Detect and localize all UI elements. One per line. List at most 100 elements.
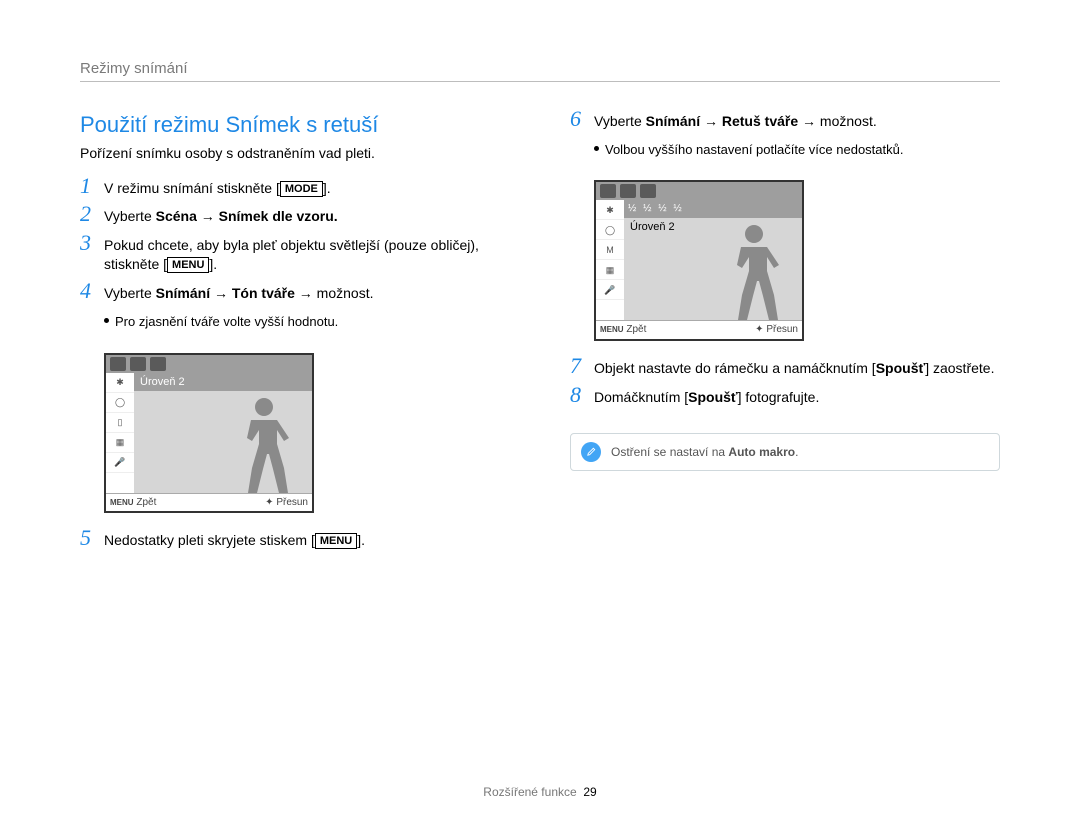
key-mode: MODE — [280, 181, 323, 197]
text: Zpět — [626, 324, 646, 335]
key-menu: MENU — [600, 325, 624, 334]
step-4: 4 Vyberte Snímání → Tón tváře → možnost. — [80, 282, 510, 303]
step-text: Domáčknutím [Spoušť] fotografujte. — [594, 386, 1000, 407]
bullet-dot — [594, 146, 599, 151]
tab-icon — [600, 184, 616, 198]
camera-screenshot-1: ✱ ◯ ▯ ▦ 🎤 Úroveň 2 MENU Zpět — [104, 353, 314, 514]
text: ] fotografujte. — [738, 389, 820, 405]
camera-screenshot-2: ✱ ◯ M ▦ 🎤 ½ ½ ½ ½ Úroveň 2 — [594, 180, 804, 341]
step-7: 7 Objekt nastavte do rámečku a namáčknut… — [570, 357, 1000, 378]
text: ]. — [323, 180, 331, 196]
camera-body: ✱ ◯ ▯ ▦ 🎤 Úroveň 2 — [106, 373, 312, 493]
text: . — [795, 445, 798, 459]
side-icon: 🎤 — [596, 280, 624, 300]
text-bold: Auto makro — [728, 445, 795, 459]
step-number: 2 — [80, 203, 96, 225]
content-columns: Použití režimu Snímek s retuší Pořízení … — [80, 110, 1000, 550]
text: Vyberte — [104, 285, 156, 301]
step-number: 8 — [570, 384, 586, 406]
text: Ostření se nastaví na — [611, 445, 728, 459]
text-bold: Scéna — [156, 208, 197, 224]
step-text: Vyberte Snímání → Tón tváře → možnost. — [104, 282, 510, 303]
step-5: 5 Nedostatky pleti skryjete stiskem [MEN… — [80, 529, 510, 550]
page-number: 29 — [583, 785, 596, 799]
text: Zpět — [136, 497, 156, 508]
text: Přesun — [276, 497, 308, 508]
key-menu: MENU — [167, 257, 209, 273]
side-icon: ▦ — [596, 260, 624, 280]
text-bold: Snímání — [646, 113, 700, 129]
text: → možnost. — [798, 113, 877, 129]
person-silhouette-icon — [727, 225, 782, 320]
bullet: Volbou vyššího nastavení potlačíte více … — [594, 141, 1000, 159]
page-header: Režimy snímání — [80, 60, 1000, 77]
side-icon: ✱ — [106, 373, 134, 393]
steps-right: 6 Vyberte Snímání → Retuš tváře → možnos… — [570, 110, 1000, 471]
note-pencil-icon — [581, 442, 601, 462]
text: ]. — [209, 256, 217, 272]
text-bold: Spoušť — [688, 389, 738, 405]
text: Vyberte — [594, 113, 646, 129]
step-3: 3 Pokud chcete, aby byla pleť objektu sv… — [80, 234, 510, 274]
camera-sidebar: ✱ ◯ M ▦ 🎤 — [596, 200, 624, 320]
key-menu: MENU — [110, 498, 134, 507]
right-column: 6 Vyberte Snímání → Retuš tváře → možnos… — [570, 110, 1000, 550]
foot-left: MENU Zpět — [600, 323, 646, 337]
side-icon: M — [596, 240, 624, 260]
camera-footer: MENU Zpět ✦ Přesun — [596, 320, 802, 339]
text: → možnost. — [295, 285, 374, 301]
text: V režimu snímání stiskněte [ — [104, 180, 280, 196]
section-subtitle: Pořízení snímku osoby s odstraněním vad … — [80, 144, 510, 163]
text-bold: Retuš tváře — [722, 113, 798, 129]
step-text: Vyberte Snímání → Retuš tváře → možnost. — [594, 110, 1000, 131]
tab-icon — [110, 357, 126, 371]
step-number: 1 — [80, 175, 96, 197]
step-number: 6 — [570, 108, 586, 130]
text-bold: Snímání — [156, 285, 210, 301]
text: → — [197, 208, 219, 224]
person-silhouette-icon — [237, 398, 292, 493]
text-bold: Spoušť — [876, 360, 926, 376]
step-text: Nedostatky pleti skryjete stiskem [MENU]… — [104, 529, 510, 550]
bullet-text: Pro zjasnění tváře volte vyšší hodnotu. — [115, 313, 338, 331]
text: Přesun — [766, 324, 798, 335]
camera-sidebar: ✱ ◯ ▯ ▦ 🎤 — [106, 373, 134, 493]
bullet-text: Volbou vyššího nastavení potlačíte více … — [605, 141, 903, 159]
tab-icon — [620, 184, 636, 198]
step-text: Pokud chcete, aby byla pleť objektu svět… — [104, 234, 510, 274]
foot-right: ✦ Přesun — [265, 496, 308, 510]
step-2: 2 Vyberte Scéna → Snímek dle vzoru. — [80, 205, 510, 226]
foot-right: ✦ Přesun — [755, 323, 798, 337]
camera-tab-bar — [596, 182, 802, 200]
key-menu: MENU — [315, 533, 357, 549]
step-number: 3 — [80, 232, 96, 254]
left-column: Použití režimu Snímek s retuší Pořízení … — [80, 110, 510, 550]
side-icon: ▦ — [106, 433, 134, 453]
step-number: 4 — [80, 280, 96, 302]
note-box: Ostření se nastaví na Auto makro. — [570, 433, 1000, 471]
side-icon: ▯ — [106, 413, 134, 433]
camera-view: Úroveň 2 — [134, 373, 312, 493]
text: ]. — [357, 532, 365, 548]
text: ] zaostřete. — [925, 360, 994, 376]
text: Pokud chcete, aby byla pleť objektu svět… — [104, 237, 479, 272]
camera-footer: MENU Zpět ✦ Přesun — [106, 493, 312, 512]
tab-icon — [640, 184, 656, 198]
side-icon: ◯ — [106, 393, 134, 413]
text: Vyberte — [104, 208, 156, 224]
foot-left: MENU Zpět — [110, 496, 156, 510]
bullet-dot — [104, 318, 109, 323]
step-text: V režimu snímání stiskněte [MODE]. — [104, 177, 510, 198]
side-icon: ✱ — [596, 200, 624, 220]
step-6: 6 Vyberte Snímání → Retuš tváře → možnos… — [570, 110, 1000, 131]
text-bold: Snímek dle vzoru. — [219, 208, 338, 224]
steps-left: 1 V režimu snímání stiskněte [MODE]. 2 V… — [80, 177, 510, 550]
text: Nedostatky pleti skryjete stiskem [ — [104, 532, 315, 548]
tab-icon — [130, 357, 146, 371]
side-icon: ◯ — [596, 220, 624, 240]
tab-icon — [150, 357, 166, 371]
note-text: Ostření se nastaví na Auto makro. — [611, 444, 798, 460]
divider — [80, 81, 1000, 82]
camera-view: ½ ½ ½ ½ Úroveň 2 — [624, 200, 802, 320]
section-title: Použití režimu Snímek s retuší — [80, 110, 510, 140]
